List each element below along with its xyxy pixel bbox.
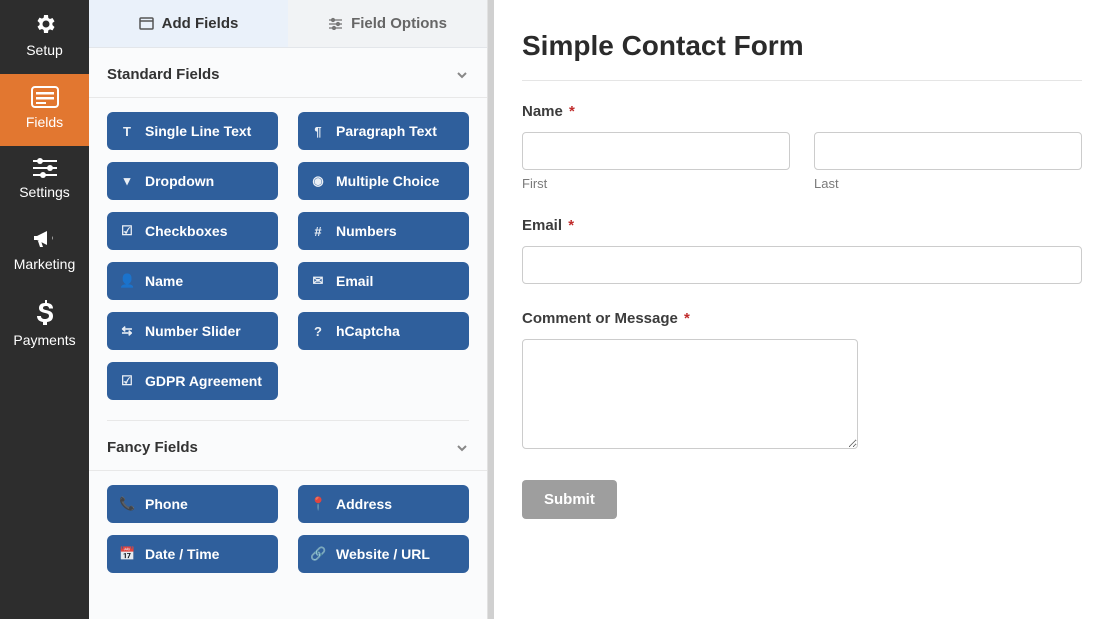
nav-label: Fields	[26, 114, 63, 130]
nav-payments[interactable]: Payments	[0, 288, 89, 364]
link-icon: 🔗	[310, 546, 326, 562]
field-website[interactable]: 🔗Website / URL	[298, 535, 469, 573]
divider	[107, 420, 469, 421]
chevron-down-icon	[455, 68, 469, 82]
window-icon	[139, 17, 154, 30]
section-standard-header[interactable]: Standard Fields	[89, 48, 487, 98]
last-sublabel: Last	[814, 176, 1082, 191]
form-preview: Simple Contact Form Name * First Last Em…	[488, 0, 1116, 619]
field-hcaptcha[interactable]: ?hCaptcha	[298, 312, 469, 350]
slider-icon: ⇆	[119, 323, 135, 339]
main-nav: Setup Fields Settings Marketing Payments	[0, 0, 89, 619]
mail-icon: ✉	[310, 273, 326, 289]
field-name[interactable]: 👤Name	[107, 262, 278, 300]
fancy-fields-grid: 📞Phone 📍Address 📅Date / Time 🔗Website / …	[89, 471, 487, 579]
dropdown-icon: ▾	[119, 173, 135, 189]
field-single-line-text[interactable]: TSingle Line Text	[107, 112, 278, 150]
tab-add-fields[interactable]: Add Fields	[89, 0, 288, 47]
name-label: Name *	[522, 103, 1082, 120]
nav-label: Payments	[13, 332, 75, 348]
field-numbers[interactable]: #Numbers	[298, 212, 469, 250]
chevron-down-icon	[455, 441, 469, 455]
nav-label: Setup	[26, 42, 63, 58]
field-paragraph-text[interactable]: ¶Paragraph Text	[298, 112, 469, 150]
required-marker: *	[684, 310, 690, 327]
user-icon: 👤	[119, 273, 135, 289]
submit-button[interactable]: Submit	[522, 480, 617, 519]
message-label: Comment or Message *	[522, 310, 1082, 327]
pin-icon: 📍	[310, 496, 326, 512]
tab-label: Field Options	[351, 15, 447, 32]
required-marker: *	[568, 217, 574, 234]
form-field-email: Email *	[522, 217, 1082, 284]
nav-fields[interactable]: Fields	[0, 74, 89, 146]
gear-icon	[33, 12, 57, 36]
checkbox-icon: ☑	[119, 223, 135, 239]
message-textarea[interactable]	[522, 339, 858, 449]
required-marker: *	[569, 103, 575, 120]
panel-tabs: Add Fields Field Options	[89, 0, 487, 48]
form-field-name: Name * First Last	[522, 103, 1082, 191]
paragraph-icon: ¶	[310, 124, 326, 139]
field-address[interactable]: 📍Address	[298, 485, 469, 523]
tab-field-options[interactable]: Field Options	[288, 0, 487, 47]
email-label: Email *	[522, 217, 1082, 234]
email-input[interactable]	[522, 246, 1082, 284]
text-icon: T	[119, 124, 135, 139]
nav-settings[interactable]: Settings	[0, 146, 89, 216]
nav-setup[interactable]: Setup	[0, 0, 89, 74]
first-sublabel: First	[522, 176, 790, 191]
calendar-icon: 📅	[119, 546, 135, 562]
field-dropdown[interactable]: ▾Dropdown	[107, 162, 278, 200]
sliders-icon	[328, 17, 343, 30]
form-field-message: Comment or Message *	[522, 310, 1082, 454]
field-multiple-choice[interactable]: ◉Multiple Choice	[298, 162, 469, 200]
first-name-input[interactable]	[522, 132, 790, 170]
field-date-time[interactable]: 📅Date / Time	[107, 535, 278, 573]
checkbox-icon: ☑	[119, 373, 135, 389]
sliders-icon	[33, 158, 57, 178]
field-number-slider[interactable]: ⇆Number Slider	[107, 312, 278, 350]
form-title: Simple Contact Form	[522, 30, 1082, 62]
fields-panel: Add Fields Field Options Standard Fields…	[89, 0, 488, 619]
help-icon: ?	[310, 324, 326, 339]
form-icon	[31, 86, 59, 108]
section-title: Fancy Fields	[107, 439, 198, 456]
field-gdpr[interactable]: ☑GDPR Agreement	[107, 362, 278, 400]
standard-fields-grid: TSingle Line Text ¶Paragraph Text ▾Dropd…	[89, 98, 487, 406]
section-title: Standard Fields	[107, 66, 220, 83]
field-checkboxes[interactable]: ☑Checkboxes	[107, 212, 278, 250]
dollar-icon	[37, 300, 53, 326]
last-name-input[interactable]	[814, 132, 1082, 170]
tab-label: Add Fields	[162, 15, 239, 32]
section-fancy-header[interactable]: Fancy Fields	[89, 435, 487, 471]
bullhorn-icon	[32, 228, 58, 250]
nav-marketing[interactable]: Marketing	[0, 216, 89, 288]
radio-icon: ◉	[310, 173, 326, 189]
nav-label: Settings	[19, 184, 70, 200]
nav-label: Marketing	[14, 256, 75, 272]
hash-icon: #	[310, 224, 326, 239]
field-email[interactable]: ✉Email	[298, 262, 469, 300]
phone-icon: 📞	[119, 496, 135, 512]
field-phone[interactable]: 📞Phone	[107, 485, 278, 523]
